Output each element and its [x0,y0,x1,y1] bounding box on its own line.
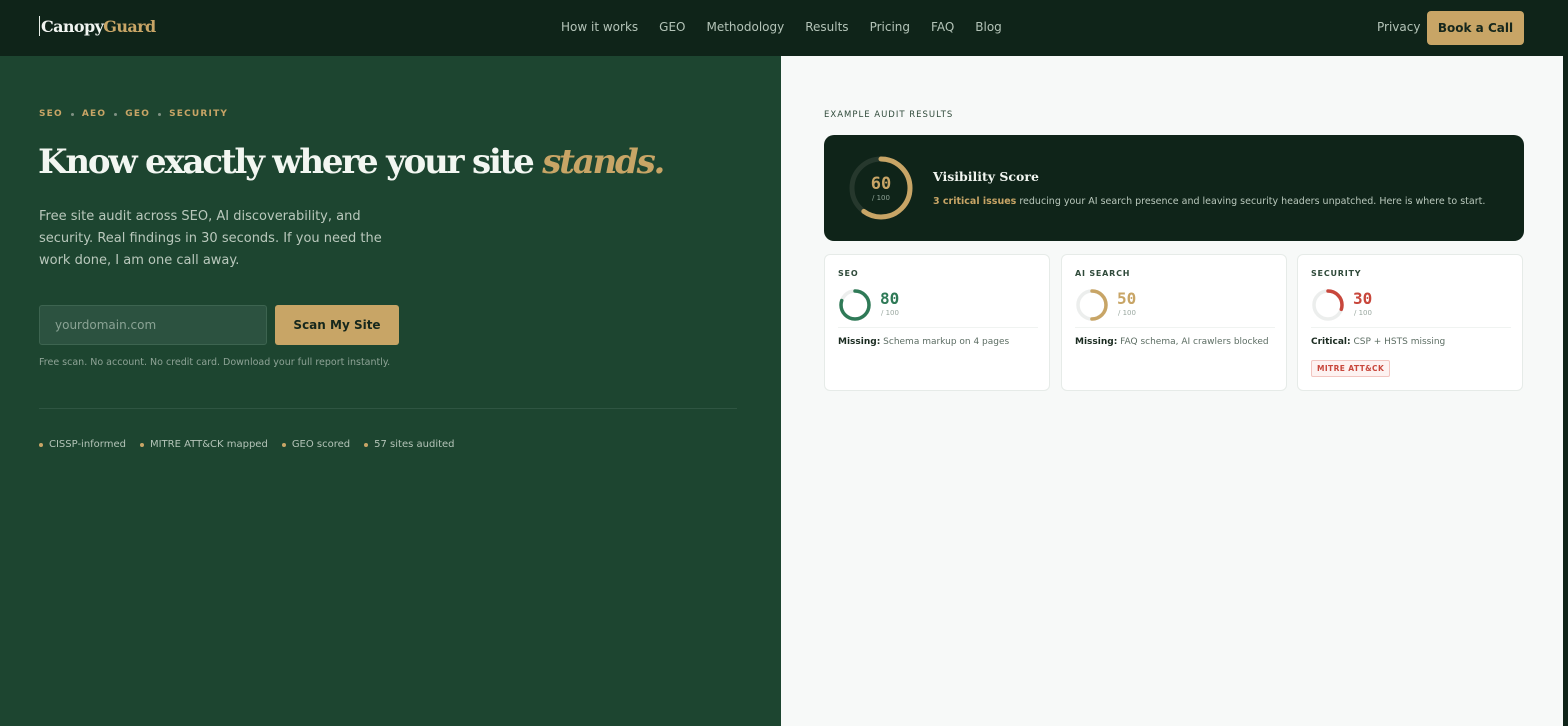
critical-issues-highlight: 3 critical issues [933,196,1017,207]
seo-score-max: / 100 [881,309,899,317]
eyebrow-geo: GEO [125,109,151,119]
bullet-dot-icon [281,442,286,447]
eyebrow-separator-dot [114,112,118,116]
badge-label: GEO scored [291,439,351,450]
finding-label: Missing: [1075,337,1118,347]
seo-finding: Missing: Schema markup on 4 pages [838,337,1009,347]
brand-name-part1: Canopy [41,16,104,36]
eyebrow-security: SECURITY [169,109,229,119]
visibility-score-card: 60 / 100 Visibility Score 3 critical iss… [824,135,1524,241]
card-label: AI SEARCH [1075,269,1131,278]
scan-site-button[interactable]: Scan My Site [275,305,399,345]
visibility-score-description: 3 critical issues reducing your AI searc… [933,196,1485,207]
badge-label: MITRE ATT&CK mapped [149,439,268,450]
bullet-dot-icon [364,442,369,447]
finding-label: Critical: [1311,337,1351,347]
badge-geo: GEO scored [281,439,351,450]
hero-panel: SEO AEO GEO SECURITY Know exactly where … [0,56,781,726]
nav-link-geo[interactable]: GEO [659,20,685,34]
bullet-dot-icon [39,442,43,447]
ai-search-finding: Missing: FAQ schema, AI crawlers blocked [1075,337,1269,347]
nav-link-blog[interactable]: Blog [975,20,1002,34]
eyebrow-aeo: AEO [81,109,107,119]
seo-score-card: SEO 80 / 100 Missing: Schema markup on 4… [824,254,1050,391]
ring-svg [1076,289,1108,321]
example-audit-label: EXAMPLE AUDIT RESULTS [824,110,954,120]
nav-link-results[interactable]: Results [805,20,848,34]
finding-text: FAQ schema, AI crawlers blocked [1117,337,1269,347]
text-caret [39,16,40,36]
finding-text: CSP + HSTS missing [1350,337,1446,347]
card-separator [1311,327,1511,328]
trust-badges: CISSP-informed MITRE ATT&CK mapped GEO s… [39,439,469,450]
brand-name-part2: Guard [103,16,156,36]
security-score-max: / 100 [1354,309,1372,317]
mitre-attack-tag[interactable]: MITRE ATT&CK [1311,360,1391,377]
privacy-link[interactable]: Privacy [1377,20,1420,34]
card-separator [838,327,1038,328]
card-separator [1075,327,1275,328]
nav-link-methodology[interactable]: Methodology [706,20,784,34]
ai-search-score-max: / 100 [1118,309,1136,317]
top-nav: Canopy Guard How it works GEO Methodolog… [0,0,1563,56]
scan-note: Free scan. No account. No credit card. D… [39,357,391,368]
security-finding: Critical: CSP + HSTS missing [1311,337,1445,347]
ai-search-score-ring [1075,288,1109,322]
seo-score-ring [838,288,872,322]
headline-accent: stands. [542,142,665,182]
book-call-button[interactable]: Book a Call [1427,11,1524,45]
visibility-desc-text: reducing your AI search presence and lea… [1016,196,1486,207]
ring-svg [1312,289,1344,321]
eyebrow-separator-dot [70,112,74,116]
page-scrollbar[interactable] [1563,0,1568,726]
hero-divider [39,408,737,409]
seo-score-value: 80 [880,289,900,308]
hero-headline: Know exactly where your site stands. [38,142,665,182]
brand-logo[interactable]: Canopy Guard [39,16,156,36]
card-label: SECURITY [1311,269,1362,278]
visibility-score-ring: 60 / 100 [848,155,914,221]
card-label: SEO [838,269,859,278]
eyebrow-seo: SEO [39,109,63,119]
badge-sites: 57 sites audited [364,439,455,450]
audit-panel: EXAMPLE AUDIT RESULTS 60 / 100 Visibilit… [781,56,1563,726]
visibility-score-title: Visibility Score [933,169,1039,184]
ai-search-score-card: AI SEARCH 50 / 100 Missing: FAQ schema, … [1061,254,1287,391]
visibility-score-max: / 100 [872,194,890,202]
headline-main: Know exactly where your site [38,142,543,182]
eyebrow-separator-dot [158,112,162,116]
hero-subtitle: Free site audit across SEO, AI discovera… [39,209,382,268]
nav-link-faq[interactable]: FAQ [931,20,954,34]
security-score-ring [1311,288,1345,322]
security-score-card: SECURITY 30 / 100 Critical: CSP + HSTS m… [1297,254,1523,391]
nav-links: How it works GEO Methodology Results Pri… [561,20,1002,34]
hero-eyebrow: SEO AEO GEO SECURITY [39,109,228,119]
finding-label: Missing: [838,337,881,347]
badge-cissp: CISSP-informed [39,439,126,450]
visibility-score-value: 60 [870,174,892,194]
bullet-dot-icon [139,442,144,447]
badge-label: 57 sites audited [374,439,455,450]
finding-text: Schema markup on 4 pages [880,337,1010,347]
badge-label: CISSP-informed [49,439,126,450]
security-score-value: 30 [1353,289,1373,308]
domain-input[interactable] [39,305,267,345]
nav-link-pricing[interactable]: Pricing [870,20,910,34]
ring-svg [839,289,871,321]
nav-link-how-it-works[interactable]: How it works [561,20,638,34]
badge-mitre: MITRE ATT&CK mapped [139,439,268,450]
ai-search-score-value: 50 [1117,289,1137,308]
